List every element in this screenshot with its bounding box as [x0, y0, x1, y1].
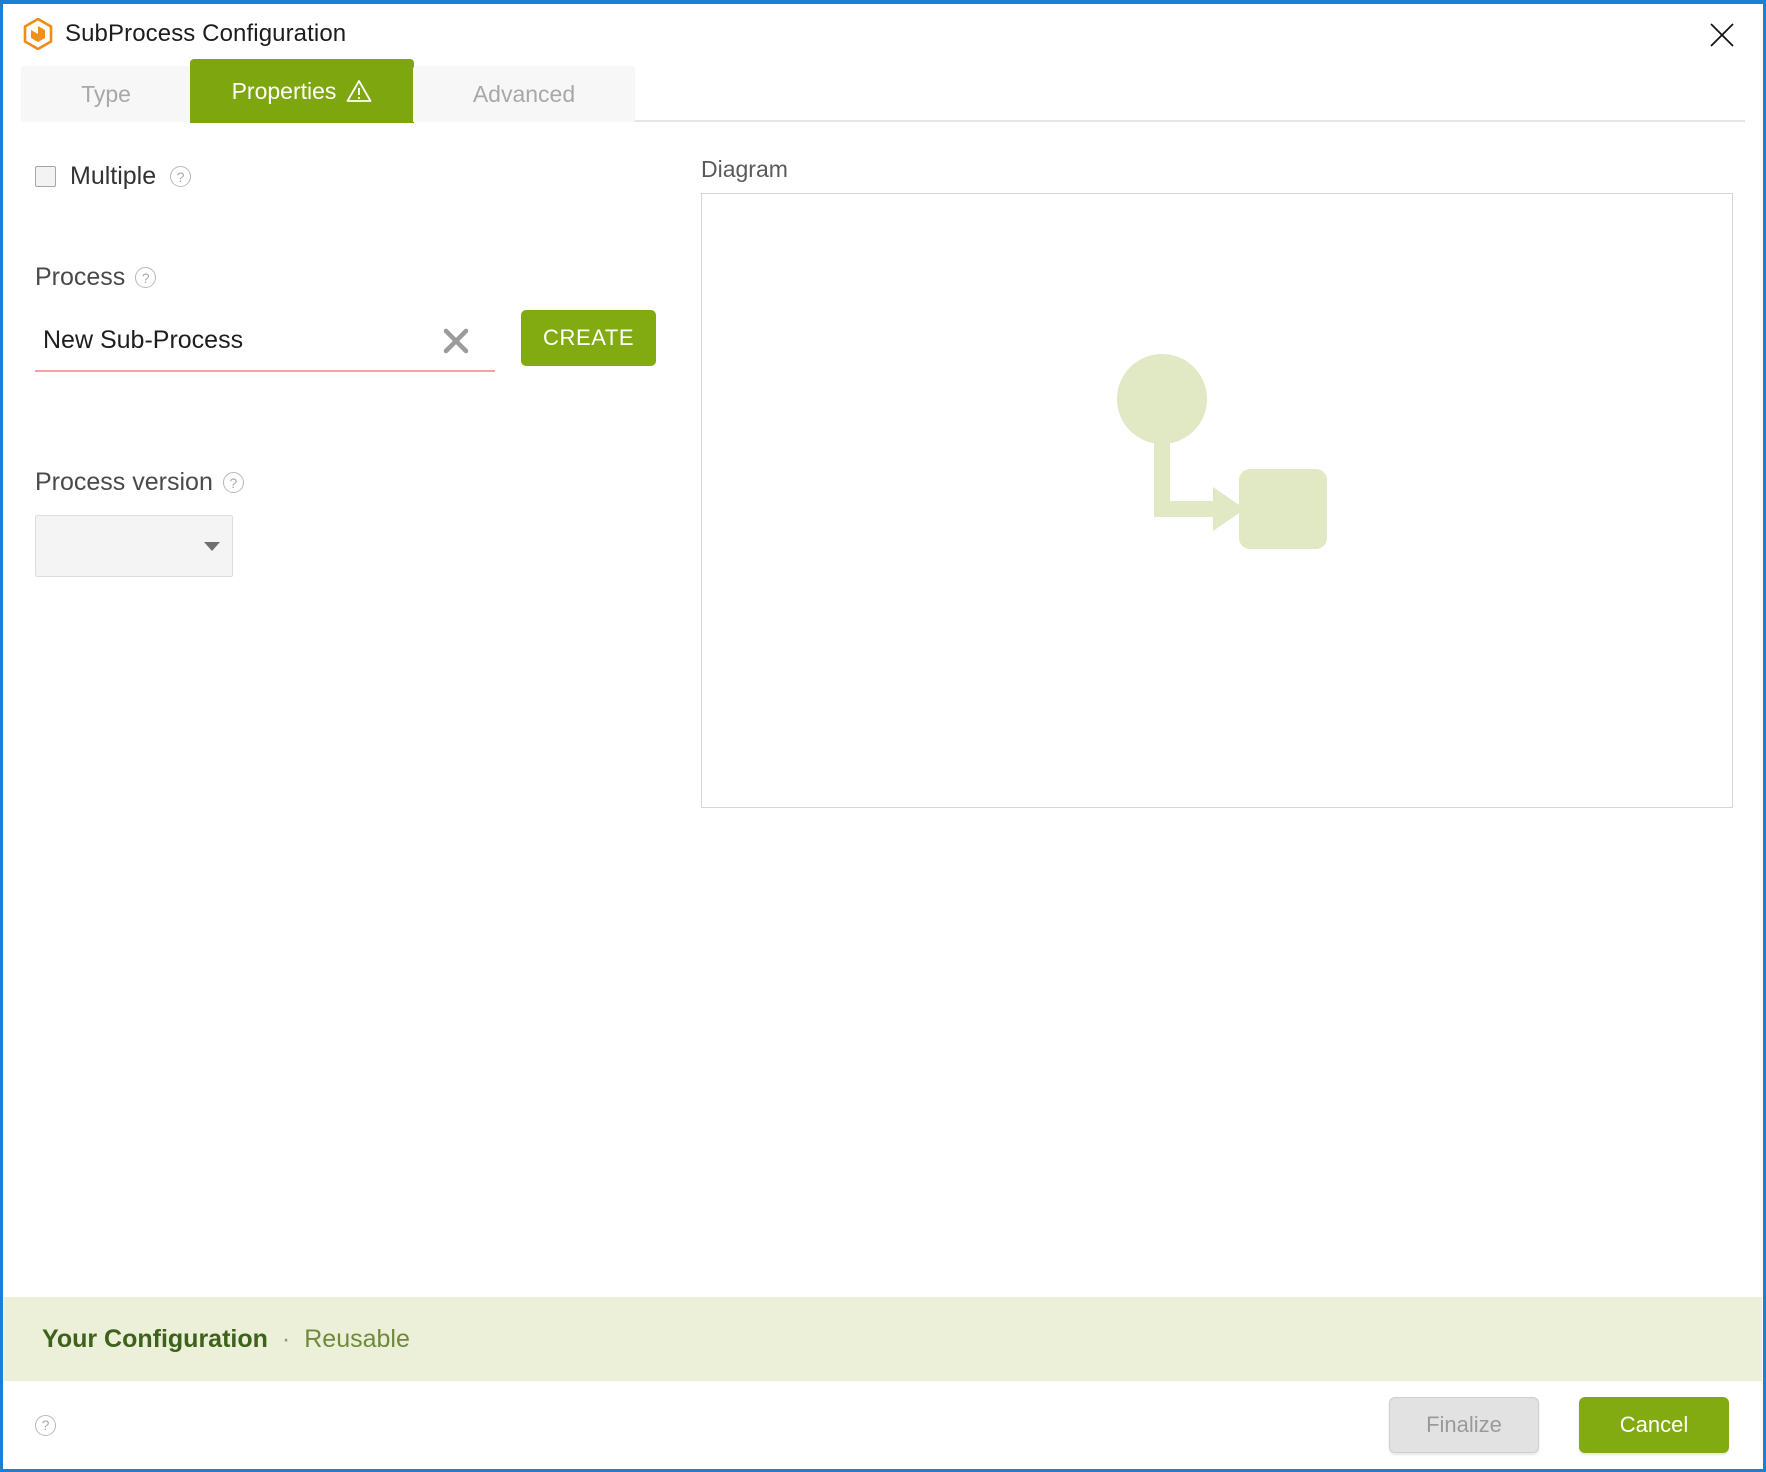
footer-help-icon[interactable]: ? [35, 1414, 56, 1436]
process-field: Process ? CREATE [35, 263, 663, 372]
process-input[interactable] [35, 310, 495, 372]
process-version-field: Process version ? [35, 468, 663, 577]
close-icon[interactable] [1699, 12, 1745, 58]
tab-properties-label: Properties [231, 77, 337, 104]
diagram-pane: Diagram [693, 156, 1763, 1297]
form-pane: Multiple ? Process ? New Sub-Process CRE… [3, 156, 693, 1297]
process-version-help-icon[interactable]: ? [222, 472, 244, 493]
banner-separator: · [281, 1324, 291, 1353]
hexagon-cube-icon [23, 17, 53, 51]
tab-properties[interactable]: Properties [191, 60, 413, 122]
diagram-label: Diagram [701, 156, 788, 182]
process-help-icon[interactable]: ? [135, 267, 157, 288]
banner-title: Your Configuration [42, 1324, 268, 1353]
banner-subtitle: Reusable [304, 1324, 410, 1353]
tab-type-label: Type [81, 80, 131, 107]
configuration-summary-banner: Your Configuration · Reusable [4, 1297, 1762, 1381]
cancel-button[interactable]: Cancel [1579, 1397, 1729, 1453]
multiple-label: Multiple [70, 162, 157, 190]
process-label: Process [35, 263, 126, 291]
page-title: SubProcess Configuration [65, 20, 347, 47]
process-label-row: Process ? [35, 263, 663, 292]
diagram-preview[interactable] [701, 193, 1733, 808]
finalize-button[interactable]: Finalize [1389, 1397, 1539, 1453]
tab-bar: Type Properties Advanced [3, 60, 1763, 122]
dialog-footer: ? Finalize Cancel [3, 1381, 1763, 1469]
multiple-help-icon[interactable]: ? [170, 166, 192, 187]
tab-advanced[interactable]: Advanced [413, 66, 635, 122]
process-version-label-row: Process version ? [35, 468, 663, 497]
create-button[interactable]: CREATE [521, 310, 657, 366]
process-input-wrap [35, 310, 495, 372]
task-rounded-rect [1239, 469, 1327, 550]
subprocess-configuration-dialog: SubProcess Configuration Type Properties [0, 0, 1766, 1472]
multiple-field: Multiple ? [35, 162, 663, 191]
clear-x-icon[interactable] [439, 324, 473, 358]
dialog-content: Multiple ? Process ? New Sub-Process CRE… [3, 122, 1763, 1297]
tab-advanced-label: Advanced [472, 80, 576, 107]
title-bar: SubProcess Configuration [3, 4, 1763, 64]
process-input-row: CREATE [35, 310, 663, 372]
chevron-down-icon [204, 541, 220, 551]
start-event-circle [1117, 354, 1207, 445]
process-version-select[interactable] [35, 515, 233, 577]
multiple-checkbox[interactable] [35, 166, 56, 187]
tab-type[interactable]: Type [21, 66, 191, 122]
process-diagram-illustration [1087, 347, 1347, 582]
warning-triangle-icon [346, 79, 372, 103]
process-version-label: Process version [35, 468, 213, 496]
